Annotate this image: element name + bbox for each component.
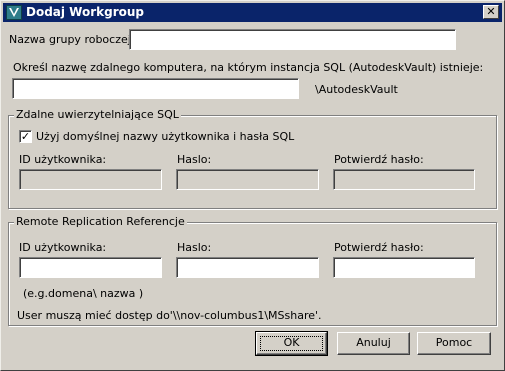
sql-password-input <box>176 169 319 190</box>
sql-user-id-label: ID użytkownika: <box>19 153 107 166</box>
help-button[interactable]: Pomoc <box>417 332 491 355</box>
focus-rect <box>260 336 323 351</box>
user-format-hint: (e.g.domena\ nazwa ) <box>23 287 144 300</box>
close-icon[interactable]: ✕ <box>483 5 499 19</box>
use-default-sql-checkbox[interactable]: ✓ <box>19 130 32 143</box>
repl-user-id-input[interactable] <box>19 257 162 278</box>
window-title: Dodaj Workgroup <box>26 5 145 19</box>
dialog-window: Dodaj Workgroup ✕ Nazwa grupy roboczej: … <box>0 0 505 371</box>
title-bar[interactable]: Dodaj Workgroup ✕ <box>3 3 502 22</box>
ok-button[interactable]: OK <box>255 331 328 356</box>
repl-confirm-input[interactable] <box>333 257 475 278</box>
vault-app-icon <box>6 5 22 20</box>
cancel-button[interactable]: Anuluj <box>337 332 410 355</box>
repl-password-label: Haslo: <box>177 241 212 254</box>
group-name-label: Nazwa grupy roboczej: <box>9 33 135 46</box>
sql-user-id-input <box>19 169 162 190</box>
sql-confirm-input <box>333 169 475 190</box>
group-name-input[interactable] <box>129 29 456 50</box>
repl-user-id-label: ID użytkownika: <box>19 241 107 254</box>
repl-confirm-label: Potwierdź hasło: <box>334 241 424 254</box>
remote-computer-input[interactable] <box>12 78 299 99</box>
sql-auth-legend: Zdalne uwierzytelniające SQL <box>14 108 181 121</box>
cancel-label: Anuluj <box>356 336 391 349</box>
instance-suffix: \AutodeskVault <box>315 83 398 96</box>
sql-password-label: Haslo: <box>177 153 212 166</box>
sql-confirm-label: Potwierdź hasło: <box>334 153 424 166</box>
repl-password-input[interactable] <box>176 257 319 278</box>
help-label: Pomoc <box>435 336 473 349</box>
share-access-note: User muszą mieć dostęp do'\\nov-columbus… <box>17 309 322 322</box>
replication-legend: Remote Replication Referencje <box>14 215 187 228</box>
use-default-sql-label[interactable]: Użyj domyślnej nazwy użytkownika i hasła… <box>36 130 294 143</box>
remote-computer-label: Określ nazwę zdalnego komputera, na któr… <box>13 61 484 74</box>
